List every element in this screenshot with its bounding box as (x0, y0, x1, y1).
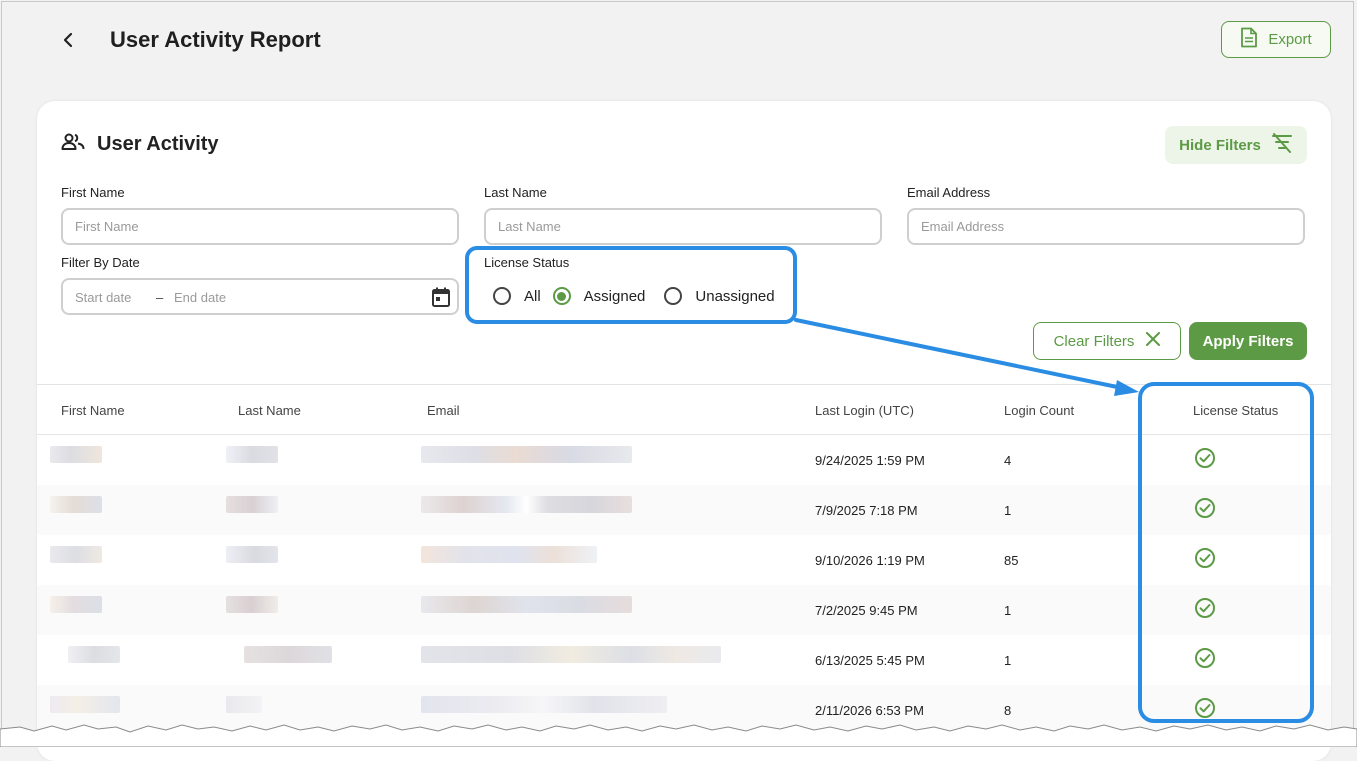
first-name-label: First Name (61, 185, 125, 200)
login-count-cell: 1 (1004, 603, 1012, 618)
hide-filters-label: Hide Filters (1179, 136, 1261, 154)
login-count-cell: 1 (1004, 503, 1012, 518)
check-circle-icon (1195, 448, 1215, 468)
radio-assigned-label[interactable]: Assigned (584, 288, 646, 305)
column-header-first-name[interactable]: First Name (61, 403, 125, 418)
last-login-cell: 7/9/2025 7:18 PM (815, 503, 918, 518)
radio-all-circle[interactable] (493, 287, 511, 305)
login-count-cell: 4 (1004, 453, 1012, 468)
redacted-email (421, 596, 632, 613)
check-circle-icon (1195, 548, 1215, 568)
redacted-last-name (226, 496, 278, 513)
radio-unassigned[interactable]: Unassigned (664, 287, 775, 305)
radio-unassigned-label[interactable]: Unassigned (695, 288, 774, 305)
first-name-input[interactable] (61, 208, 459, 245)
radio-all-label[interactable]: All (524, 288, 541, 305)
redacted-first-name (68, 646, 120, 663)
last-login-cell: 2/11/2026 6:53 PM (815, 703, 924, 718)
table-row[interactable]: 7/2/2025 9:45 PM 1 (37, 585, 1331, 635)
redacted-last-name (226, 446, 278, 463)
last-login-cell: 6/13/2025 5:45 PM (815, 653, 925, 668)
filter-off-icon (1271, 133, 1293, 157)
start-date-input[interactable]: Start date (75, 290, 131, 305)
check-circle-icon (1195, 648, 1215, 668)
export-label: Export (1268, 31, 1312, 48)
apply-filters-button[interactable]: Apply Filters (1189, 322, 1307, 360)
check-circle-icon (1195, 498, 1215, 518)
clear-filters-label: Clear Filters (1053, 332, 1135, 350)
column-header-license-status[interactable]: License Status (1193, 403, 1278, 418)
redacted-last-name (226, 596, 278, 613)
login-count-cell: 85 (1004, 553, 1019, 568)
column-header-last-name[interactable]: Last Name (238, 403, 301, 418)
last-name-label: Last Name (484, 185, 547, 200)
redacted-email (421, 696, 667, 713)
redacted-email (421, 496, 632, 513)
table-row[interactable]: 7/9/2025 7:18 PM 1 (37, 485, 1331, 535)
redacted-last-name (226, 546, 278, 563)
export-button[interactable]: Export (1221, 21, 1331, 58)
back-arrow-icon[interactable] (56, 28, 80, 52)
users-icon (61, 133, 85, 156)
last-login-cell: 9/10/2026 1:19 PM (815, 553, 925, 568)
license-status-label: License Status (484, 255, 570, 270)
redacted-email (421, 446, 632, 463)
radio-assigned-circle[interactable] (552, 287, 571, 305)
redacted-last-name (226, 696, 262, 713)
date-range-picker[interactable]: Start date – End date (61, 278, 459, 315)
card-title-text: User Activity (97, 133, 219, 155)
clear-filters-button[interactable]: Clear Filters (1033, 322, 1181, 360)
date-separator: – (156, 290, 164, 305)
document-icon (1240, 27, 1258, 52)
redacted-first-name (50, 696, 120, 713)
table-row[interactable]: 6/13/2025 5:45 PM 1 (37, 635, 1331, 685)
filters-divider (37, 384, 1331, 385)
login-count-cell: 8 (1004, 703, 1012, 718)
redacted-email (421, 646, 721, 663)
table-row[interactable]: 2/11/2026 6:53 PM 8 (37, 685, 1331, 735)
table-row[interactable]: 9/10/2026 1:19 PM 85 (37, 535, 1331, 585)
end-date-input[interactable]: End date (174, 290, 226, 305)
redacted-first-name (50, 596, 102, 613)
table-row[interactable]: 9/24/2025 1:59 PM 4 (37, 435, 1331, 485)
email-label: Email Address (907, 185, 991, 200)
date-filter-label: Filter By Date (61, 255, 140, 270)
redacted-first-name (50, 446, 102, 463)
page-header: User Activity Report Export (0, 0, 1357, 84)
column-header-email[interactable]: Email (427, 403, 460, 418)
check-circle-icon (1195, 698, 1215, 718)
redacted-first-name (50, 546, 102, 563)
redacted-last-name (244, 646, 332, 663)
close-icon (1146, 332, 1161, 350)
radio-unassigned-circle[interactable] (664, 287, 683, 305)
hide-filters-button[interactable]: Hide Filters (1165, 126, 1307, 164)
column-header-last-login[interactable]: Last Login (UTC) (815, 403, 914, 418)
radio-all[interactable]: All (493, 287, 541, 305)
last-login-cell: 7/2/2025 9:45 PM (815, 603, 918, 618)
last-login-cell: 9/24/2025 1:59 PM (815, 453, 925, 468)
card-title: User Activity (61, 133, 219, 156)
redacted-email (421, 546, 597, 563)
login-count-cell: 1 (1004, 653, 1012, 668)
last-name-input[interactable] (484, 208, 882, 245)
user-activity-card: User Activity Hide Filters First Name La… (37, 101, 1331, 761)
email-input[interactable] (907, 208, 1305, 245)
column-header-login-count[interactable]: Login Count (1004, 403, 1074, 418)
calendar-icon[interactable] (431, 286, 451, 308)
check-circle-icon (1195, 598, 1215, 618)
page-title: User Activity Report (110, 27, 321, 52)
radio-assigned[interactable]: Assigned (552, 287, 646, 305)
redacted-first-name (50, 496, 102, 513)
license-status-radio-group: All Assigned Unassigned (493, 287, 775, 305)
